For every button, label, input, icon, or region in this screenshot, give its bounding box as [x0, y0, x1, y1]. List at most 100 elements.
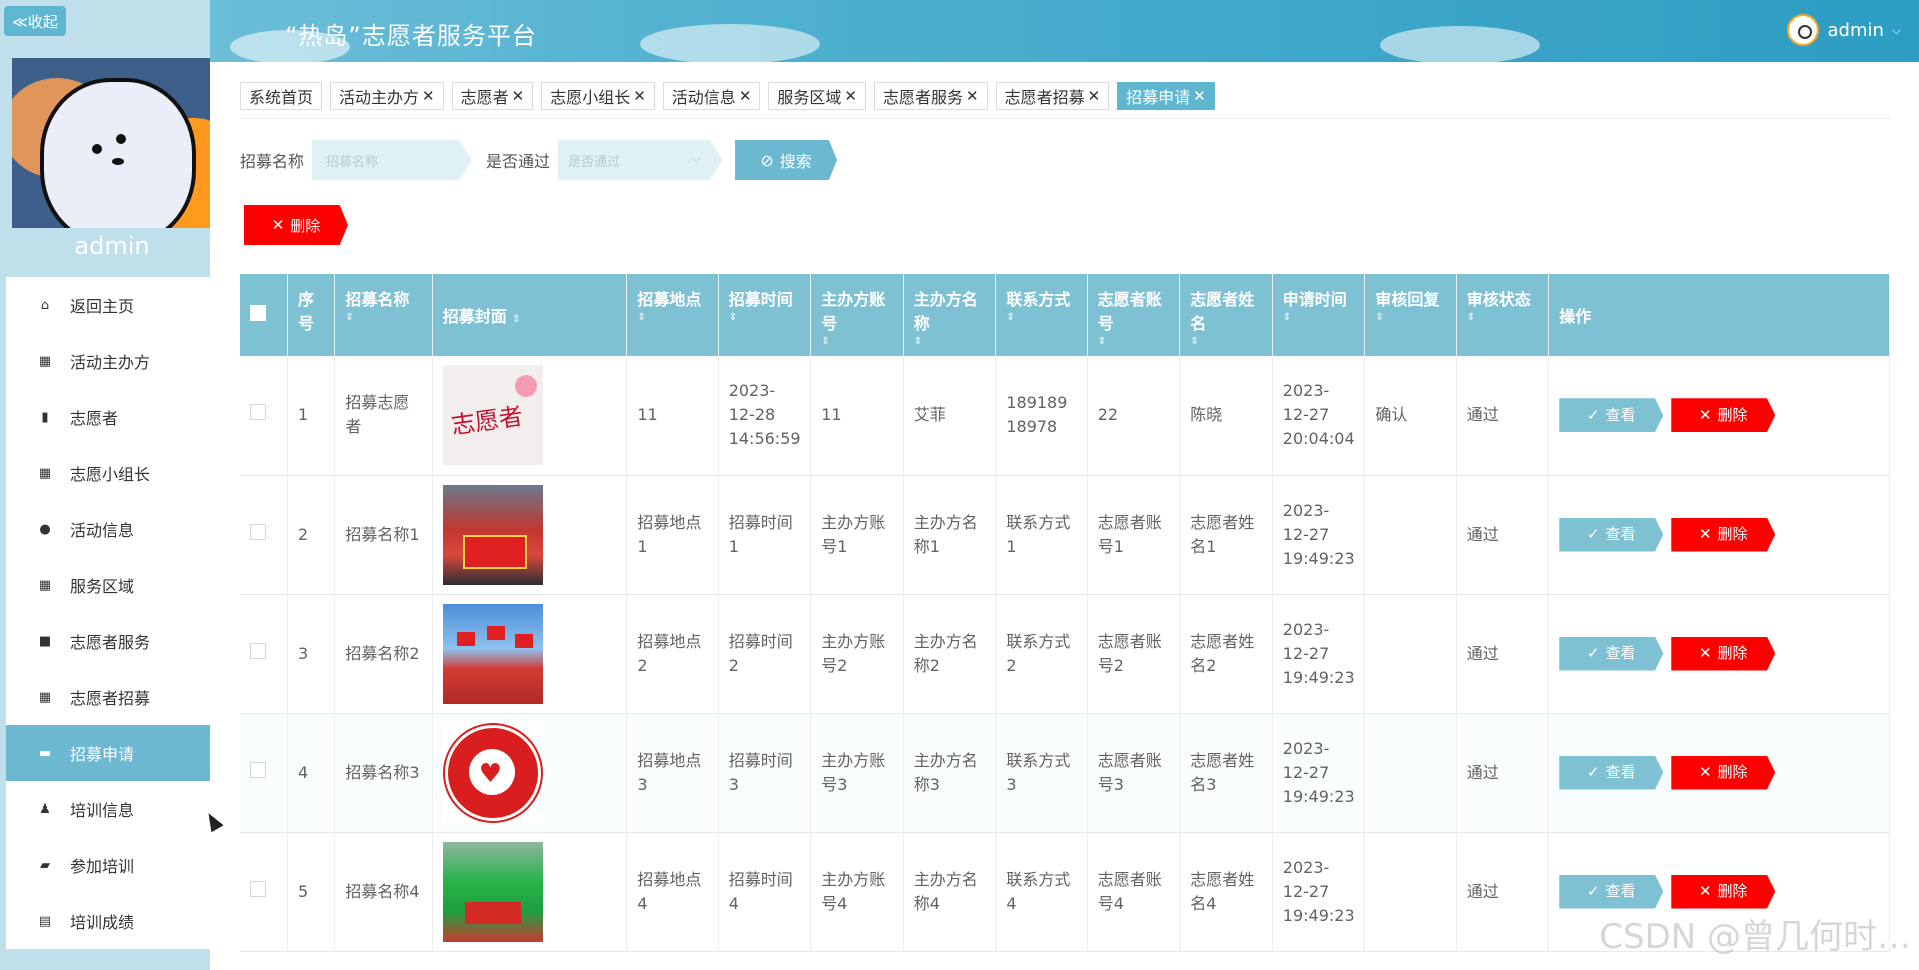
sidebar-item-training-scores[interactable]: ▤ 培训成绩: [6, 893, 210, 949]
delete-button[interactable]: ✕ 删除: [1671, 517, 1776, 552]
close-icon: ✕: [1698, 882, 1712, 901]
user-avatar: [1787, 14, 1820, 46]
sort-icon: ⇕: [913, 336, 923, 347]
row-checkbox[interactable]: [250, 761, 266, 778]
search-button[interactable]: ⊘ 搜索: [735, 140, 838, 180]
column-header[interactable]: 招募名称 ⇕: [334, 274, 433, 356]
avatar: [12, 58, 210, 228]
cover-image: ♥: [442, 722, 543, 823]
grid-icon: ▦: [38, 465, 52, 481]
column-header[interactable]: 审核状态 ⇕: [1456, 274, 1550, 356]
close-icon[interactable]: ✕: [633, 87, 646, 105]
table-row: 1 招募志愿者 志愿者 11 2023-12-28 14:56:59 11 艾菲…: [240, 356, 1890, 476]
tab-volunteers[interactable]: 志愿者 ✕: [451, 82, 534, 110]
close-icon: ✕: [1698, 644, 1712, 663]
sidebar-item-recruitment[interactable]: ▦ 志愿者招募: [6, 669, 210, 725]
tab-activities[interactable]: 活动信息 ✕: [662, 82, 761, 110]
close-icon[interactable]: ✕: [739, 87, 752, 105]
tab-team-leaders[interactable]: 志愿小组长 ✕: [541, 82, 655, 110]
column-header[interactable]: 招募时间 ⇕: [718, 274, 812, 356]
column-header[interactable]: 志愿者账号 ⇕: [1087, 274, 1181, 356]
name-filter-label: 招募名称: [240, 152, 305, 171]
collapse-button[interactable]: ≪收起: [4, 6, 66, 36]
view-button[interactable]: ✓ 查看: [1559, 517, 1664, 552]
sort-icon: ⇕: [1375, 312, 1384, 323]
column-header[interactable]: 审核回复 ⇕: [1364, 274, 1457, 356]
table-row: 4 招募名称3 ♥ 招募地点3 招募时间3 主办方账号3 主办方名称3 联系方式…: [240, 713, 1890, 833]
sidebar-item-service-areas[interactable]: ▦ 服务区域: [6, 557, 210, 613]
row-checkbox[interactable]: [250, 404, 266, 421]
column-header[interactable]: 联系方式 ⇕: [995, 274, 1088, 356]
select-all-checkbox[interactable]: [250, 305, 266, 321]
column-header[interactable]: 申请时间 ⇕: [1272, 274, 1366, 356]
tab-service-areas[interactable]: 服务区域 ✕: [768, 82, 866, 110]
search-bar: 招募名称 招募名称 是否通过 是否通过 ⌵ ⊘ 搜索: [240, 140, 838, 180]
sort-icon: ⇕: [1466, 312, 1476, 323]
watermark: CSDN @曾几何时…: [1599, 917, 1911, 957]
delete-button[interactable]: ✕ 删除: [1671, 755, 1776, 790]
tab-volunteer-services[interactable]: 志愿者服务 ✕: [873, 82, 988, 110]
close-icon: ✕: [1698, 763, 1712, 782]
username: admin: [1827, 19, 1884, 41]
tab-applications[interactable]: 招募申请 ✕: [1117, 82, 1215, 110]
check-icon: ✓: [1586, 763, 1600, 782]
close-icon[interactable]: ✕: [1088, 87, 1101, 105]
sort-icon: ⇕: [1190, 336, 1199, 347]
video-icon: ■: [38, 633, 52, 649]
row-checkbox[interactable]: [250, 523, 266, 540]
row-checkbox[interactable]: [250, 642, 266, 659]
sidebar-item-join-training[interactable]: ▰ 参加培训: [6, 837, 210, 893]
close-icon[interactable]: ✕: [844, 87, 857, 105]
main-content: 系统首页 活动主办方 ✕ 志愿者 ✕ 志愿小组长 ✕ 活动信息 ✕ 服务区域 ✕ 志愿者服…: [240, 62, 1900, 970]
batch-delete-button[interactable]: ✕ 删除: [244, 205, 348, 245]
column-header[interactable]: 招募封面 ⇕: [432, 274, 628, 356]
tab-home[interactable]: 系统首页: [240, 82, 323, 110]
top-bar: “热岛”志愿者服务平台 admin ⌵: [0, 0, 1919, 64]
column-header[interactable]: 主办方名称 ⇕: [903, 274, 997, 356]
pass-filter-select[interactable]: 是否通过 ⌵: [558, 140, 724, 180]
tab-hosts[interactable]: 活动主办方 ✕: [330, 82, 444, 110]
tab-divider: [240, 118, 1890, 119]
briefcase-icon: ▬: [38, 745, 52, 761]
data-table: 序号 招募名称 ⇕ 招募封面 ⇕ 招募地点 ⇕ 招募时间 ⇕ 主办方账号 ⇕ 主办方名称…: [240, 274, 1890, 952]
close-icon: ✕: [1698, 525, 1712, 544]
table-row: 3 招募名称2 招募地点2 招募时间2 主办方账号2 主办方名称2 联系方式2 …: [240, 594, 1890, 714]
cloud-decoration: [1380, 26, 1540, 64]
delete-button[interactable]: ✕ 删除: [1671, 398, 1776, 433]
sidebar-item-activities[interactable]: ● 活动信息: [6, 501, 210, 557]
view-button[interactable]: ✓ 查看: [1559, 398, 1664, 433]
table-row: 2 招募名称1 招募地点1 招募时间1 主办方账号1 主办方名称1 联系方式1 …: [240, 475, 1890, 595]
view-button[interactable]: ✓ 查看: [1559, 636, 1664, 671]
sidebar-item-team-leaders[interactable]: ▦ 志愿小组长: [6, 445, 210, 501]
view-button[interactable]: ✓ 查看: [1559, 755, 1664, 790]
sidebar-item-volunteer-services[interactable]: ■ 志愿者服务: [6, 613, 210, 669]
column-header[interactable]: 主办方账号 ⇕: [810, 274, 904, 356]
close-icon[interactable]: ✕: [966, 87, 979, 105]
sort-icon: ⇕: [1282, 312, 1292, 323]
sidebar-item-volunteers[interactable]: ▮ 志愿者: [6, 389, 210, 445]
view-button[interactable]: ✓ 查看: [1559, 874, 1664, 909]
home-icon: ⌂: [40, 297, 50, 313]
check-icon: ✓: [1586, 644, 1600, 663]
close-icon[interactable]: ✕: [422, 87, 435, 105]
check-icon: ✓: [1586, 525, 1600, 544]
cloud-decoration: [640, 24, 820, 64]
name-search-input[interactable]: 招募名称: [312, 140, 473, 180]
tab-recruitment[interactable]: 志愿者招募 ✕: [995, 82, 1110, 110]
close-icon[interactable]: ✕: [512, 87, 525, 105]
close-icon[interactable]: ✕: [1193, 87, 1206, 105]
sidebar-item-training-info[interactable]: ♟ 培训信息: [6, 781, 210, 837]
column-header[interactable]: 志愿者姓名 ⇕: [1179, 274, 1273, 356]
sidebar-item-applications[interactable]: ▬ 招募申请: [6, 725, 210, 781]
delete-button[interactable]: ✕ 删除: [1671, 874, 1776, 909]
cover-image: 志愿者: [442, 365, 543, 466]
user-menu[interactable]: admin ⌵: [1787, 14, 1901, 46]
row-checkbox[interactable]: [250, 880, 266, 897]
column-header[interactable]: 招募地点 ⇕: [626, 274, 719, 356]
table-header-row: 序号 招募名称 ⇕ 招募封面 ⇕ 招募地点 ⇕ 招募时间 ⇕ 主办方账号 ⇕ 主办方名称…: [240, 274, 1890, 356]
tab-bar: 系统首页 活动主办方 ✕ 志愿者 ✕ 志愿小组长 ✕ 活动信息 ✕ 服务区域 ✕ 志愿者服…: [240, 82, 1215, 110]
delete-button[interactable]: ✕ 删除: [1671, 636, 1776, 671]
sidebar-item-home[interactable]: ⌂ 返回主页: [6, 277, 210, 333]
check-icon: ✓: [1586, 882, 1600, 901]
sidebar-item-hosts[interactable]: ▦ 活动主办方: [6, 333, 210, 389]
